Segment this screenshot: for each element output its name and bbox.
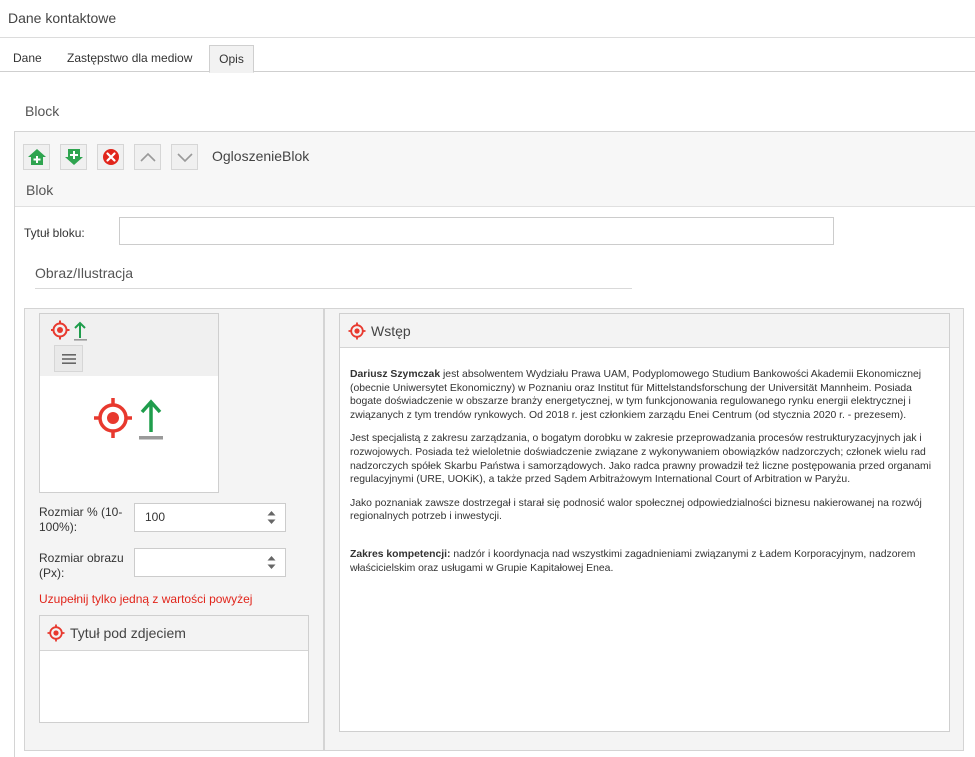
- intro-header: Wstęp: [340, 314, 949, 348]
- add-below-button[interactable]: [60, 144, 87, 170]
- intro-heading: Wstęp: [371, 322, 411, 339]
- block-form: Tytuł bloku: Obraz/Ilustracja Rozmiar % …: [15, 206, 975, 757]
- delete-icon: [102, 149, 119, 165]
- add-above-button[interactable]: [23, 144, 50, 170]
- size-px-label: Rozmiar obrazu (Px):: [39, 551, 124, 580]
- tab-dane[interactable]: Dane: [7, 45, 48, 72]
- person-name: Dariusz Szymczak: [350, 369, 441, 380]
- delete-button[interactable]: [97, 144, 124, 170]
- tab-opis[interactable]: Opis: [209, 45, 254, 73]
- block-title: Block: [25, 103, 60, 119]
- block-type-label: OgloszenieBlok: [212, 148, 310, 164]
- image-placeholder-icon[interactable]: [94, 398, 166, 442]
- target-upload-icon[interactable]: [51, 319, 91, 341]
- target-icon: [348, 322, 366, 339]
- tab-bar: Dane Zastępstwo dla mediow Opis: [0, 45, 975, 73]
- move-down-button[interactable]: [171, 144, 198, 170]
- target-icon: [47, 624, 65, 642]
- spinner-icon[interactable]: [267, 510, 276, 525]
- size-warning: Uzupełnij tylko jedną z wartości powyżej: [39, 592, 253, 606]
- image-column: Rozmiar % (10-100%): 100 Rozmiar obrazu …: [24, 308, 324, 751]
- intro-editor[interactable]: Wstęp Dariusz Szymczak jest absolwentem …: [339, 313, 950, 732]
- block-panel: OgloszenieBlok Blok Tytuł bloku: Obraz/I…: [14, 131, 975, 757]
- intro-column: Wstęp Dariusz Szymczak jest absolwentem …: [324, 308, 964, 751]
- page-title: Dane kontaktowe: [8, 10, 117, 26]
- caption-heading: Tytuł pod zdjeciem: [70, 625, 186, 641]
- image-toolbar: [40, 314, 218, 376]
- block-title-label: Tytuł bloku:: [24, 226, 85, 240]
- chevron-up-icon: [139, 152, 156, 162]
- caption-editor[interactable]: Tytuł pod zdjeciem: [39, 615, 309, 723]
- spinner-icon[interactable]: [267, 555, 276, 570]
- tab-zastepstwo[interactable]: Zastępstwo dla mediow: [61, 45, 198, 72]
- intro-paragraph: Dariusz Szymczak jest absolwentem Wydzia…: [350, 369, 922, 421]
- intro-paragraph: Jest specjalistą z zakresu zarządzania, …: [350, 433, 932, 486]
- competence-paragraph: Zakres kompetencji: nadzór i koordynacja…: [350, 548, 916, 574]
- move-up-button[interactable]: [134, 144, 161, 170]
- image-section-heading: Obraz/Ilustracja: [35, 265, 632, 289]
- caption-header: Tytuł pod zdjeciem: [40, 616, 308, 651]
- add-above-icon: [27, 149, 46, 165]
- intro-text[interactable]: Dariusz Szymczak jest absolwentem Wydzia…: [340, 348, 949, 575]
- hamburger-icon: [61, 353, 76, 364]
- size-px-input[interactable]: [134, 548, 286, 577]
- competence-label: Zakres kompetencji:: [350, 548, 451, 560]
- block-title-input[interactable]: [119, 217, 834, 245]
- image-menu-button[interactable]: [54, 345, 83, 372]
- size-percent-label: Rozmiar % (10-100%):: [39, 505, 123, 534]
- chevron-down-icon: [176, 153, 193, 163]
- add-below-icon: [64, 149, 83, 165]
- size-percent-input[interactable]: 100: [134, 503, 286, 532]
- intro-paragraph: Jako poznaniak zawsze dostrzegał i stara…: [350, 497, 922, 523]
- page-header: Dane kontaktowe: [0, 0, 975, 38]
- block-subtitle: Blok: [26, 182, 54, 198]
- image-upload-box: [39, 313, 219, 493]
